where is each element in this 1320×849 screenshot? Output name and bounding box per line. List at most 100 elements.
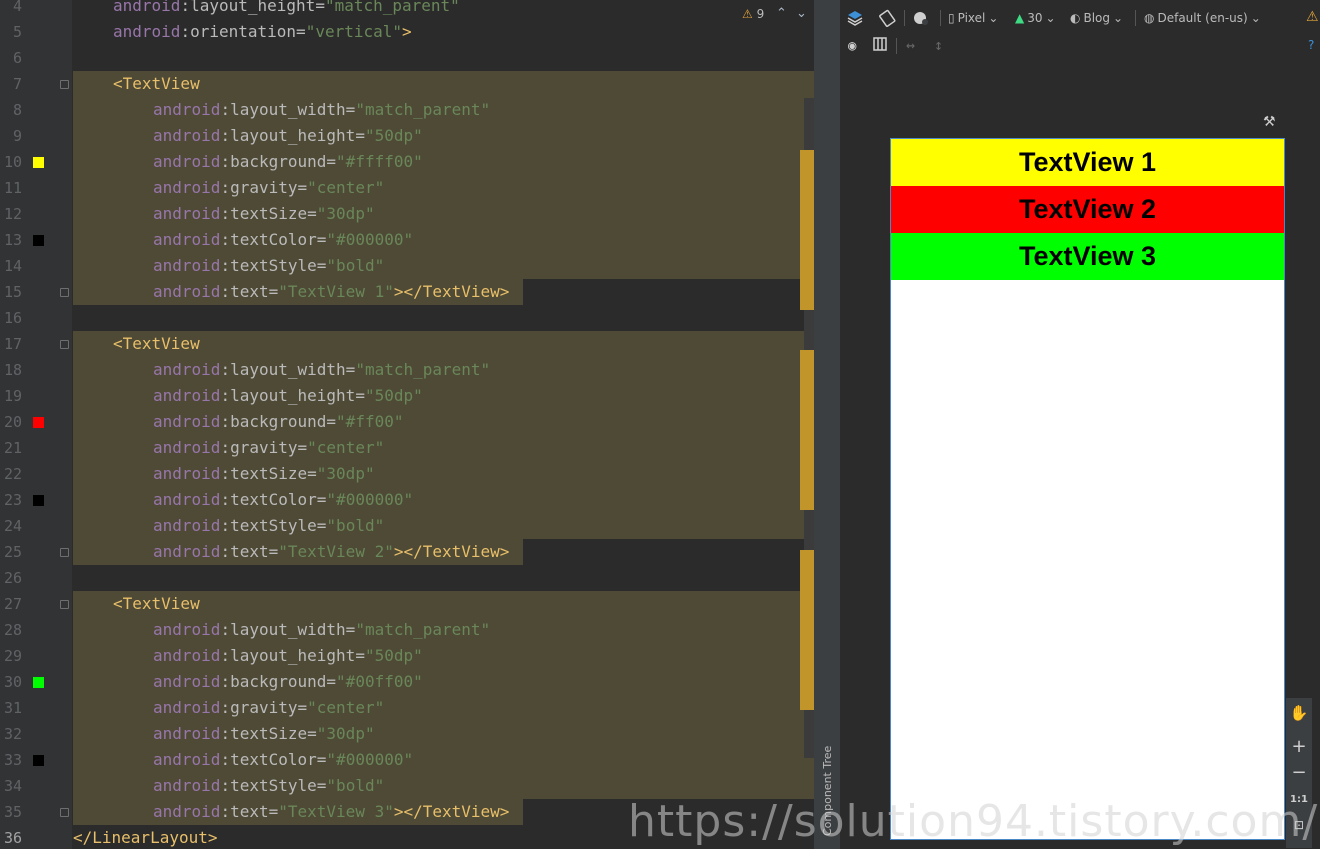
xml-tag: <TextView <box>113 594 200 613</box>
api-dropdown[interactable]: ▲ 30 ⌄ <box>1015 11 1056 25</box>
eye-icon[interactable]: ◉ <box>848 38 856 54</box>
code-line[interactable]: android:background="#ffff00" <box>73 149 423 175</box>
color-swatch-icon[interactable] <box>33 417 44 428</box>
code-line[interactable]: android:gravity="center" <box>73 695 384 721</box>
stripe-mark[interactable] <box>800 550 814 710</box>
xml-value: "match_parent" <box>355 360 491 379</box>
help-icon[interactable]: ? <box>1308 38 1314 52</box>
code-line[interactable]: android:textColor="#000000" <box>73 227 413 253</box>
zoom-in-button[interactable]: + <box>1286 736 1312 757</box>
line-number: 8 <box>12 101 22 119</box>
warning-icon[interactable]: ⚠ <box>1306 9 1319 25</box>
zoom-out-button[interactable]: − <box>1286 762 1312 783</box>
code-editor[interactable]: ⚠ 9 ⌃ ⌄ 4 5 6 7 8 9 10 11 12 13 14 15 16 17 18 19 20 21 22… <box>0 0 814 849</box>
equals: = <box>345 360 356 379</box>
previous-highlight-icon[interactable]: ⌃ <box>776 6 787 21</box>
xml-value: "match_parent" <box>355 100 491 119</box>
code-line[interactable]: android:textSize="30dp" <box>73 201 375 227</box>
code-line[interactable]: android:textColor="#000000" <box>73 487 413 513</box>
code-line[interactable]: android:layout_height="50dp" <box>73 383 423 409</box>
toolbar-separator <box>1135 10 1136 26</box>
xml-tag: > <box>402 22 412 41</box>
code-line[interactable]: <TextView <box>73 591 200 617</box>
code-line[interactable]: android:orientation="vertical"> <box>73 19 412 45</box>
code-line[interactable]: <TextView <box>73 331 200 357</box>
colon: : <box>220 438 231 457</box>
xml-namespace: android <box>153 490 221 509</box>
stripe-mark[interactable] <box>800 350 814 510</box>
code-line[interactable]: android:textStyle="bold" <box>73 253 384 279</box>
blueprint-icon[interactable] <box>872 36 888 52</box>
equals: = <box>268 802 279 821</box>
locale-dropdown[interactable]: ◍ Default (en-us) ⌄ <box>1144 11 1261 25</box>
textview-1[interactable]: TextView 1 <box>891 139 1284 186</box>
xml-namespace: android <box>153 100 221 119</box>
colon: : <box>220 646 231 665</box>
xml-namespace: android <box>153 698 221 717</box>
line-number: 21 <box>3 439 22 457</box>
device-preview[interactable]: TextView 1 TextView 2 TextView 3 <box>890 138 1285 840</box>
xml-value: "match_parent" <box>355 620 491 639</box>
orientation-icon[interactable] <box>878 9 896 27</box>
xml-tag: ></TextView> <box>393 542 510 561</box>
code-line[interactable]: android:text="TextView 1"></TextView> <box>73 279 509 305</box>
code-line[interactable]: android:layout_height="50dp" <box>73 123 423 149</box>
code-line[interactable]: android:background="#00ff00" <box>73 669 423 695</box>
horizontal-resize-icon[interactable]: ↔ <box>906 36 915 54</box>
code-line[interactable]: android:layout_width="match_parent" <box>73 97 490 123</box>
next-highlight-icon[interactable]: ⌄ <box>796 6 807 21</box>
fold-marker-icon[interactable] <box>60 548 69 557</box>
fold-marker-icon[interactable] <box>60 340 69 349</box>
wrench-icon[interactable]: ⚒ <box>1263 114 1276 130</box>
equals: = <box>316 256 327 275</box>
xml-attribute: background <box>230 152 327 171</box>
code-line[interactable]: android:layout_width="match_parent" <box>73 617 490 643</box>
code-line[interactable]: android:layout_height="50dp" <box>73 643 423 669</box>
code-line[interactable]: android:gravity="center" <box>73 175 384 201</box>
code-line[interactable]: android:textSize="30dp" <box>73 461 375 487</box>
inspection-widget[interactable]: ⚠ 9 <box>742 7 764 21</box>
fold-marker-icon[interactable] <box>60 808 69 817</box>
textview-2[interactable]: TextView 2 <box>891 186 1284 233</box>
stripe-mark[interactable] <box>800 150 814 310</box>
code-line[interactable]: android:text="TextView 3"></TextView> <box>73 799 509 825</box>
equals: = <box>316 230 327 249</box>
code-line[interactable]: android:textSize="30dp" <box>73 721 375 747</box>
line-number: 16 <box>3 309 22 327</box>
vertical-resize-icon[interactable]: ↕ <box>934 36 943 54</box>
code-line[interactable]: </LinearLayout> <box>73 825 218 849</box>
colon: : <box>220 152 231 171</box>
device-dropdown[interactable]: ▯ Pixel ⌄ <box>948 11 998 25</box>
color-swatch-icon[interactable] <box>33 755 44 766</box>
android-icon: ▲ <box>1015 11 1025 25</box>
color-swatch-icon[interactable] <box>33 235 44 246</box>
code-line[interactable]: android:gravity="center" <box>73 435 384 461</box>
colon: : <box>220 620 231 639</box>
xml-namespace: android <box>153 152 221 171</box>
color-swatch-icon[interactable] <box>33 495 44 506</box>
xml-namespace: android <box>153 256 221 275</box>
textview-3[interactable]: TextView 3 <box>891 233 1284 280</box>
colon: : <box>220 516 231 535</box>
colon: : <box>180 22 191 41</box>
line-number: 5 <box>12 23 22 41</box>
line-number: 10 <box>3 153 22 171</box>
fold-marker-icon[interactable] <box>60 288 69 297</box>
fold-marker-icon[interactable] <box>60 80 69 89</box>
layers-icon[interactable] <box>846 9 864 27</box>
code-line[interactable]: android:layout_width="match_parent" <box>73 357 490 383</box>
code-line[interactable]: android:textColor="#000000" <box>73 747 413 773</box>
code-line[interactable]: android:layout_height="match_parent" <box>73 0 460 19</box>
equals: = <box>315 0 325 15</box>
color-swatch-icon[interactable] <box>33 157 44 168</box>
fold-marker-icon[interactable] <box>60 600 69 609</box>
theme-dropdown[interactable]: ◐ Blog ⌄ <box>1070 11 1123 25</box>
code-line[interactable]: <TextView <box>73 71 200 97</box>
code-line[interactable]: android:textStyle="bold" <box>73 513 384 539</box>
night-mode-icon[interactable] <box>912 9 930 27</box>
color-swatch-icon[interactable] <box>33 677 44 688</box>
code-line[interactable]: android:textStyle="bold" <box>73 773 384 799</box>
code-line[interactable]: android:background="#ff00" <box>73 409 403 435</box>
pan-hand-icon[interactable]: ✋ <box>1286 704 1312 722</box>
code-line[interactable]: android:text="TextView 2"></TextView> <box>73 539 509 565</box>
